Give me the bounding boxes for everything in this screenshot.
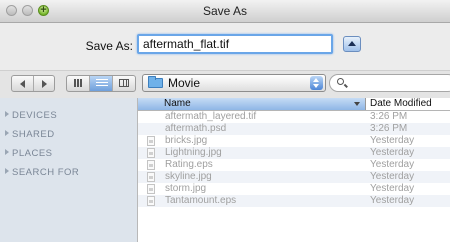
back-button[interactable] [12, 76, 34, 91]
sidebar-label: DEVICES [12, 110, 58, 121]
file-row[interactable]: Rating.eps Yesterday [138, 159, 450, 171]
filename-field[interactable] [137, 34, 333, 54]
search-icon [337, 78, 344, 85]
list-view-icon [96, 79, 108, 87]
view-mode-control [66, 75, 136, 92]
location-label: Movie [168, 76, 201, 90]
sidebar-label: PLACES [12, 148, 53, 159]
sidebar-search-for[interactable]: SEARCH FOR [5, 167, 79, 178]
forward-button[interactable] [34, 76, 55, 91]
eps-file-icon [147, 160, 155, 170]
image-file-icon [147, 184, 155, 194]
save-dialog: + Save As Save As: Movie DEVICES SHARED … [0, 0, 450, 242]
file-date: 3:26 PM [370, 123, 408, 134]
disclosure-triangle-icon [5, 149, 9, 155]
file-row[interactable]: Tantamount.eps Yesterday [138, 195, 450, 207]
disclosure-triangle-icon [5, 168, 9, 174]
file-row[interactable]: aftermath_layered.tif 3:26 PM [138, 111, 450, 123]
popup-arrows-icon [310, 76, 323, 90]
back-arrow-icon [20, 80, 25, 88]
file-name: storm.jpg [165, 183, 207, 194]
image-file-icon [147, 172, 155, 182]
sidebar-shared[interactable]: SHARED [5, 129, 55, 140]
title-bar: + Save As [0, 0, 450, 23]
file-name: skyline.jpg [165, 171, 212, 182]
sort-descending-icon [354, 102, 360, 106]
icon-view-icon [74, 79, 82, 87]
file-row[interactable]: storm.jpg Yesterday [138, 183, 450, 195]
file-date: Yesterday [370, 195, 415, 206]
file-name: aftermath.psd [165, 123, 227, 134]
expand-dialog-button[interactable] [343, 36, 361, 52]
location-popup[interactable]: Movie [142, 74, 326, 92]
save-as-row: Save As: [0, 23, 450, 70]
file-date: Yesterday [370, 171, 415, 182]
sidebar-devices[interactable]: DEVICES [5, 110, 57, 121]
file-name: bricks.jpg [165, 135, 208, 146]
column-view-icon [119, 79, 129, 87]
sidebar-label: SHARED [12, 129, 55, 140]
file-name: Rating.eps [165, 159, 213, 170]
forward-arrow-icon [41, 80, 47, 88]
icon-view-button[interactable] [67, 76, 90, 91]
image-file-icon [147, 148, 155, 158]
file-name: aftermath_layered.tif [165, 111, 257, 122]
image-file-icon [147, 136, 155, 146]
search-field[interactable] [329, 74, 450, 92]
window-title: Save As [202, 4, 248, 18]
date-column-header[interactable]: Date Modified [370, 98, 432, 110]
disclosure-up-icon [348, 41, 356, 46]
sidebar-places[interactable]: PLACES [5, 148, 53, 159]
file-name: Tantamount.eps [165, 195, 237, 206]
file-row[interactable]: Lightning.jpg Yesterday [138, 147, 450, 159]
file-date: 3:26 PM [370, 111, 408, 122]
name-column-header[interactable]: Name [138, 98, 366, 110]
file-row[interactable]: aftermath.psd 3:26 PM [138, 123, 450, 135]
file-list: Name Date Modified aftermath_layered.tif… [138, 98, 450, 242]
name-column-label: Name [164, 98, 191, 109]
sidebar-label: SEARCH FOR [12, 167, 80, 178]
file-date: Yesterday [370, 159, 415, 170]
disclosure-triangle-icon [5, 111, 9, 117]
list-header: Name Date Modified [138, 98, 450, 111]
save-as-label: Save As: [85, 39, 133, 53]
file-row[interactable]: bricks.jpg Yesterday [138, 135, 450, 147]
file-date: Yesterday [370, 147, 415, 158]
column-view-button[interactable] [113, 76, 135, 91]
disclosure-triangle-icon [5, 130, 9, 136]
folder-icon [148, 76, 163, 88]
file-date: Yesterday [370, 183, 415, 194]
list-view-button[interactable] [90, 76, 113, 91]
sidebar: DEVICES SHARED PLACES SEARCH FOR [0, 98, 138, 242]
back-forward-control [11, 75, 55, 92]
file-name: Lightning.jpg [165, 147, 222, 158]
eps-file-icon [147, 196, 155, 206]
file-date: Yesterday [370, 135, 415, 146]
file-row[interactable]: skyline.jpg Yesterday [138, 171, 450, 183]
